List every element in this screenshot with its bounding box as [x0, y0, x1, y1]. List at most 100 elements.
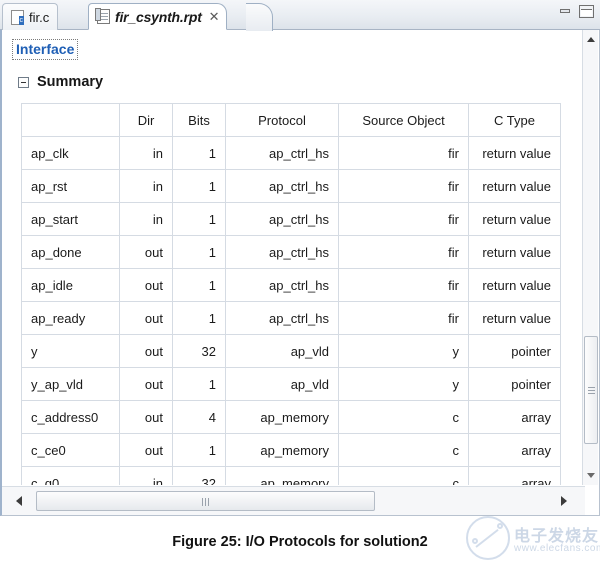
cell-bits: 4	[173, 401, 226, 434]
cell-name: c_ce0	[22, 434, 120, 467]
column-header-bits: Bits	[173, 104, 226, 137]
cell-bits: 1	[173, 203, 226, 236]
cell-name: ap_start	[22, 203, 120, 236]
table-row[interactable]: y_ap_vldout1ap_vldypointer	[22, 368, 561, 401]
cell-source: y	[339, 335, 469, 368]
horizontal-scrollbar-thumb[interactable]	[36, 491, 375, 511]
cell-ctype: return value	[469, 137, 561, 170]
cell-protocol: ap_ctrl_hs	[226, 203, 339, 236]
io-protocols-table: Dir Bits Protocol Source Object C Type a…	[21, 103, 561, 485]
cell-protocol: ap_ctrl_hs	[226, 302, 339, 335]
column-header-protocol: Protocol	[226, 104, 339, 137]
tab-fir-c[interactable]: fir.c	[2, 3, 58, 30]
cell-name: y	[22, 335, 120, 368]
vertical-scrollbar-thumb[interactable]	[584, 336, 598, 444]
column-header-source: Source Object	[339, 104, 469, 137]
tab-fir-csynth-rpt-label: fir_csynth.rpt	[115, 9, 202, 25]
cell-source: c	[339, 401, 469, 434]
vertical-scrollbar[interactable]	[582, 30, 598, 485]
cell-source: fir	[339, 269, 469, 302]
table-row[interactable]: ap_rstin1ap_ctrl_hsfirreturn value	[22, 170, 561, 203]
cell-protocol: ap_ctrl_hs	[226, 236, 339, 269]
cell-source: c	[339, 434, 469, 467]
close-icon[interactable]: ✕	[209, 10, 220, 23]
cell-name: ap_rst	[22, 170, 120, 203]
cell-source: fir	[339, 203, 469, 236]
collapse-minus-icon[interactable]	[18, 77, 29, 88]
summary-title: Summary	[37, 74, 103, 90]
cell-name: c_q0	[22, 467, 120, 486]
report-content: Interface Summary Dir Bits Protocol Sour…	[2, 30, 570, 485]
cell-source: fir	[339, 236, 469, 269]
maximize-button[interactable]	[579, 5, 594, 18]
cell-bits: 1	[173, 434, 226, 467]
scroll-right-arrow-icon[interactable]	[555, 491, 575, 511]
cell-name: ap_done	[22, 236, 120, 269]
table-row[interactable]: ap_clkin1ap_ctrl_hsfirreturn value	[22, 137, 561, 170]
cell-protocol: ap_memory	[226, 434, 339, 467]
c-file-icon	[11, 10, 24, 25]
table-body: ap_clkin1ap_ctrl_hsfirreturn valueap_rst…	[22, 137, 561, 486]
cell-ctype: pointer	[469, 335, 561, 368]
cell-ctype: array	[469, 434, 561, 467]
cell-ctype: array	[469, 401, 561, 434]
cell-bits: 1	[173, 236, 226, 269]
tab-trailing-curve	[246, 3, 273, 31]
scroll-up-arrow-icon[interactable]	[583, 31, 599, 48]
cell-bits: 1	[173, 269, 226, 302]
cell-name: y_ap_vld	[22, 368, 120, 401]
cell-ctype: return value	[469, 170, 561, 203]
cell-protocol: ap_ctrl_hs	[226, 170, 339, 203]
interface-link[interactable]: Interface	[12, 39, 78, 60]
cell-source: fir	[339, 302, 469, 335]
minimize-button[interactable]	[558, 5, 573, 18]
cell-ctype: return value	[469, 236, 561, 269]
table-row[interactable]: ap_idleout1ap_ctrl_hsfirreturn value	[22, 269, 561, 302]
cell-protocol: ap_vld	[226, 368, 339, 401]
cell-dir: out	[120, 401, 173, 434]
cell-ctype: return value	[469, 269, 561, 302]
cell-source: y	[339, 368, 469, 401]
table-row[interactable]: ap_startin1ap_ctrl_hsfirreturn value	[22, 203, 561, 236]
cell-ctype: return value	[469, 203, 561, 236]
cell-dir: out	[120, 434, 173, 467]
figure-caption: Figure 25: I/O Protocols for solution2	[0, 534, 600, 550]
cell-dir: out	[120, 236, 173, 269]
cell-protocol: ap_memory	[226, 467, 339, 486]
cell-bits: 1	[173, 137, 226, 170]
report-editor-panel: Interface Summary Dir Bits Protocol Sour…	[0, 30, 600, 516]
table-row[interactable]: c_address0out4ap_memorycarray	[22, 401, 561, 434]
cell-dir: in	[120, 170, 173, 203]
cell-ctype: pointer	[469, 368, 561, 401]
cell-dir: in	[120, 203, 173, 236]
tab-fir-c-label: fir.c	[29, 10, 49, 25]
cell-name: ap_ready	[22, 302, 120, 335]
table-row[interactable]: c_q0in32ap_memorycarray	[22, 467, 561, 486]
summary-section-header: Summary	[18, 74, 103, 90]
table-row[interactable]: yout32ap_vldypointer	[22, 335, 561, 368]
cell-ctype: array	[469, 467, 561, 486]
cell-dir: out	[120, 302, 173, 335]
screenshot-root: fir.c fir_csynth.rpt ✕ Interface Summary	[0, 0, 600, 564]
horizontal-scrollbar[interactable]	[2, 486, 585, 515]
table-row[interactable]: ap_doneout1ap_ctrl_hsfirreturn value	[22, 236, 561, 269]
cell-protocol: ap_vld	[226, 335, 339, 368]
cell-name: c_address0	[22, 401, 120, 434]
cell-dir: in	[120, 467, 173, 486]
cell-dir: out	[120, 269, 173, 302]
cell-name: ap_idle	[22, 269, 120, 302]
scroll-down-arrow-icon[interactable]	[583, 467, 599, 484]
cell-ctype: return value	[469, 302, 561, 335]
table-row[interactable]: ap_readyout1ap_ctrl_hsfirreturn value	[22, 302, 561, 335]
scroll-left-arrow-icon[interactable]	[10, 491, 30, 511]
cell-protocol: ap_ctrl_hs	[226, 269, 339, 302]
cell-bits: 1	[173, 170, 226, 203]
column-header-ctype: C Type	[469, 104, 561, 137]
table-row[interactable]: c_ce0out1ap_memorycarray	[22, 434, 561, 467]
cell-name: ap_clk	[22, 137, 120, 170]
cell-bits: 1	[173, 368, 226, 401]
tab-fir-csynth-rpt[interactable]: fir_csynth.rpt ✕	[88, 3, 227, 30]
report-file-icon	[97, 9, 110, 24]
cell-dir: out	[120, 335, 173, 368]
editor-tab-bar: fir.c fir_csynth.rpt ✕	[0, 0, 600, 30]
